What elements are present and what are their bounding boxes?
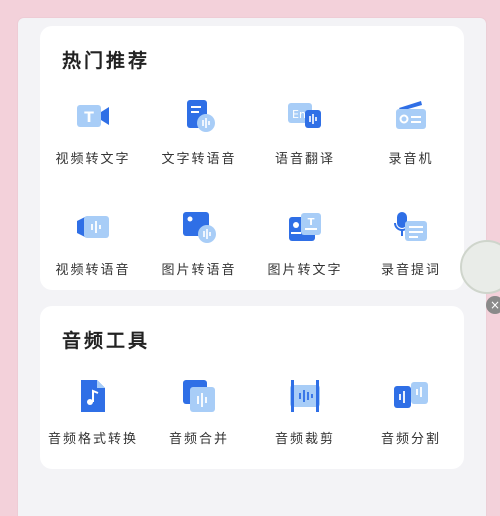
- audio-split-icon: [391, 376, 431, 416]
- svg-text:T: T: [308, 217, 315, 228]
- audio-merge-icon: [179, 376, 219, 416]
- tool-label: 图片转语音: [161, 263, 237, 278]
- floating-assistant-widget[interactable]: ×: [460, 240, 500, 320]
- text-to-speech-icon: [179, 96, 219, 136]
- tool-image-to-speech[interactable]: 图片转语音: [146, 207, 252, 278]
- audio-tools-card: 音频工具 音频格式转换 音频合并 音频裁剪 音频分割: [40, 306, 464, 469]
- tool-label: 音频格式转换: [47, 432, 138, 447]
- section-title-hot: 热门推荐: [62, 50, 151, 72]
- tool-label: 视频转文字: [55, 152, 131, 167]
- tool-text-to-speech[interactable]: 文字转语音: [146, 96, 252, 167]
- voice-translate-icon: En: [285, 96, 325, 136]
- video-to-text-icon: T: [73, 96, 113, 136]
- tool-label: 录音机: [388, 152, 434, 167]
- image-to-text-icon: T: [285, 207, 325, 247]
- section-title-audio: 音频工具: [62, 330, 151, 352]
- video-to-audio-icon: [73, 207, 113, 247]
- recorder-icon: [391, 96, 431, 136]
- tool-teleprompter[interactable]: 录音提词: [358, 207, 464, 278]
- close-icon[interactable]: ×: [486, 296, 500, 314]
- tool-audio-cut[interactable]: 音频裁剪: [252, 376, 358, 447]
- tool-audio-merge[interactable]: 音频合并: [146, 376, 252, 447]
- audio-cut-icon: [285, 376, 325, 416]
- tool-label: 音频分割: [380, 432, 441, 447]
- tool-audio-format-convert[interactable]: 音频格式转换: [40, 376, 146, 447]
- tool-voice-translate[interactable]: En 语音翻译: [252, 96, 358, 167]
- hot-recommend-card: 热门推荐 T 视频转文字 文字转语音 En 语音翻译 录音机 视频转语音 图片转…: [40, 26, 464, 290]
- svg-text:En: En: [292, 108, 306, 121]
- app-screen: 热门推荐 T 视频转文字 文字转语音 En 语音翻译 录音机 视频转语音 图片转…: [18, 18, 486, 516]
- tool-recorder[interactable]: 录音机: [358, 96, 464, 167]
- image-to-speech-icon: [179, 207, 219, 247]
- tool-label: 音频合并: [168, 432, 229, 447]
- tool-label: 语音翻译: [274, 152, 335, 167]
- svg-text:T: T: [84, 110, 94, 126]
- tool-label: 图片转文字: [267, 263, 343, 278]
- hot-recommend-grid: T 视频转文字 文字转语音 En 语音翻译 录音机 视频转语音 图片转语音 T …: [40, 96, 464, 278]
- audio-format-convert-icon: [73, 376, 113, 416]
- tool-label: 音频裁剪: [274, 432, 335, 447]
- tool-label: 录音提词: [380, 263, 441, 278]
- tool-audio-split[interactable]: 音频分割: [358, 376, 464, 447]
- tool-image-to-text[interactable]: T 图片转文字: [252, 207, 358, 278]
- tool-video-to-text[interactable]: T 视频转文字: [40, 96, 146, 167]
- floating-assistant-icon[interactable]: [460, 240, 500, 294]
- tool-video-to-audio[interactable]: 视频转语音: [40, 207, 146, 278]
- tool-label: 视频转语音: [55, 263, 131, 278]
- audio-tools-grid: 音频格式转换 音频合并 音频裁剪 音频分割: [40, 376, 464, 447]
- teleprompter-icon: [391, 207, 431, 247]
- tool-label: 文字转语音: [161, 152, 237, 167]
